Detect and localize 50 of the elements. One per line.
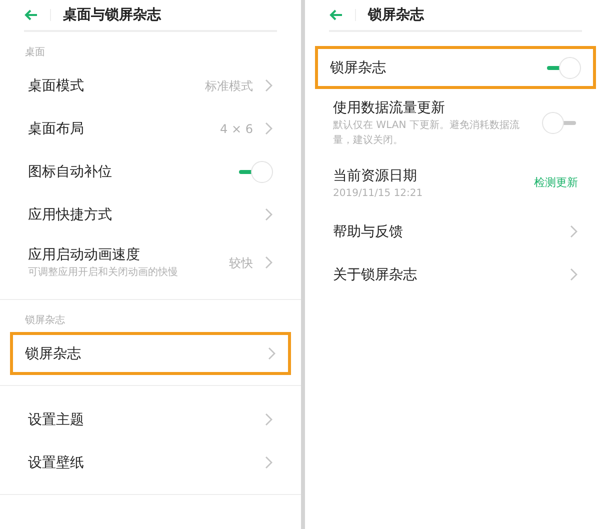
chevron-right-icon <box>265 208 273 221</box>
row-title: 设置壁纸 <box>28 454 85 472</box>
row-value: 标准模式 <box>205 78 253 94</box>
toggle-switch[interactable] <box>237 160 273 182</box>
row-subtitle: 2019/11/15 12:21 <box>333 187 424 201</box>
row-value: 较快 <box>229 254 253 272</box>
settings-row[interactable]: 桌面模式 标准模式 <box>10 64 291 107</box>
row-title: 设置主题 <box>28 410 85 430</box>
back-arrow-icon[interactable] <box>329 9 343 21</box>
settings-row[interactable]: 设置主题 <box>10 398 291 441</box>
section-label: 锁屏杂志 <box>25 314 65 328</box>
settings-row[interactable]: 图标自动补位 <box>10 150 291 193</box>
settings-row[interactable]: 应用快捷方式 <box>10 193 291 236</box>
chevron-right-icon <box>570 268 578 281</box>
highlighted-settings-row[interactable]: 锁屏杂志 <box>10 332 291 375</box>
settings-row[interactable]: 桌面布局 4 × 6 <box>10 107 291 150</box>
chevron-right-icon <box>265 413 273 426</box>
row-subtitle: 默认仅在 WLAN 下更新。避免消耗数据流量，建议关闭。 <box>333 118 520 148</box>
back-arrow-icon[interactable] <box>24 9 38 21</box>
row-title: 关于锁屏杂志 <box>333 266 418 284</box>
toggle-switch[interactable] <box>542 112 578 134</box>
highlighted-settings-row[interactable]: 锁屏杂志 <box>315 46 596 89</box>
toggle-switch[interactable] <box>545 56 581 78</box>
row-title: 图标自动补位 <box>28 162 113 182</box>
chevron-right-icon <box>265 456 273 469</box>
screen-title: 锁屏杂志 <box>368 6 424 24</box>
chevron-right-icon <box>265 79 273 92</box>
chevron-right-icon <box>268 347 276 360</box>
row-title: 帮助与反馈 <box>333 222 404 242</box>
settings-row[interactable]: 设置壁纸 <box>10 441 291 484</box>
section-label: 桌面 <box>25 46 45 60</box>
chevron-right-icon <box>265 256 273 269</box>
row-title: 应用启动动画速度 <box>28 246 141 265</box>
row-value: 4 × 6 <box>220 120 253 138</box>
row-title: 桌面布局 <box>28 120 85 138</box>
chevron-right-icon <box>265 122 273 135</box>
row-title: 当前资源日期 <box>333 167 418 186</box>
settings-row[interactable]: 帮助与反馈 <box>315 210 596 253</box>
row-title: 锁屏杂志 <box>330 58 387 78</box>
row-title: 应用快捷方式 <box>28 206 113 224</box>
row-title: 使用数据流量更新 <box>333 99 446 118</box>
screen-title: 桌面与锁屏杂志 <box>63 6 161 24</box>
settings-row[interactable]: 应用启动动画速度 可调整应用开启和关闭动画的快慢 较快 <box>10 236 291 289</box>
settings-row[interactable]: 使用数据流量更新 默认仅在 WLAN 下更新。避免消耗数据流量，建议关闭。 <box>315 89 596 157</box>
settings-row[interactable]: 关于锁屏杂志 <box>315 253 596 296</box>
row-subtitle: 可调整应用开启和关闭动画的快慢 <box>28 266 179 280</box>
chevron-right-icon <box>570 225 578 238</box>
settings-row[interactable]: 当前资源日期 2019/11/15 12:21 检测更新 <box>315 157 596 210</box>
row-title: 桌面模式 <box>28 76 85 96</box>
row-title: 锁屏杂志 <box>25 344 82 364</box>
